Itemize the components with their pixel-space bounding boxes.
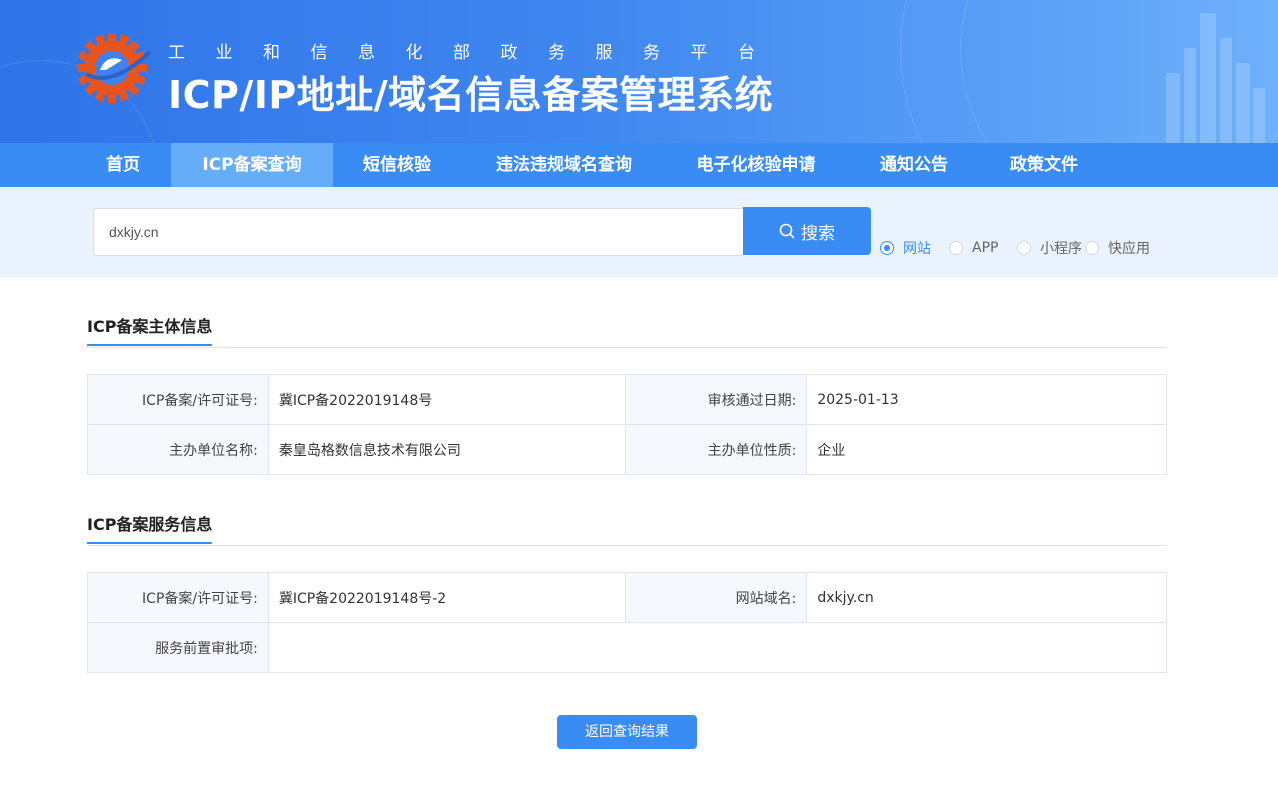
license-number-label: ICP备案/许可证号:: [87, 374, 269, 425]
pre-approval-value: [267, 622, 1168, 673]
service-license-label: ICP备案/许可证号:: [87, 572, 269, 623]
organizer-type-label: 主办单位性质:: [624, 424, 808, 475]
radio-label: 小程序: [1040, 241, 1082, 257]
approval-date-label: 审核通过日期:: [624, 374, 808, 425]
radio-mini-program[interactable]: 小程序: [1017, 238, 1082, 258]
table-row: ICP备案/许可证号: 冀ICP备2022019148号 审核通过日期: 202…: [87, 374, 1167, 425]
subject-info-title: ICP备案主体信息: [87, 313, 213, 346]
back-to-results-button[interactable]: 返回查询结果: [557, 715, 697, 749]
organizer-type-value: 企业: [806, 424, 1167, 475]
search-icon: [779, 223, 795, 239]
radio-dot: [1017, 241, 1031, 255]
organizer-name-label: 主办单位名称:: [87, 424, 269, 475]
nav-item-notices[interactable]: 通知公告: [866, 143, 962, 187]
section-divider: [87, 347, 1167, 348]
radio-quick-app[interactable]: 快应用: [1085, 238, 1150, 258]
table-row: ICP备案/许可证号: 冀ICP备2022019148号-2 网站域名: dxk…: [87, 572, 1167, 623]
page-title: ICP/IP地址/域名信息备案管理系统: [168, 73, 774, 117]
website-domain-value: dxkjy.cn: [806, 572, 1167, 623]
nav-item-sms-verify[interactable]: 短信核验: [349, 143, 445, 187]
license-number-value: 冀ICP备2022019148号: [267, 374, 626, 425]
nav-item-illegal-domain-query[interactable]: 违法违规域名查询: [478, 143, 650, 187]
radio-dot: [949, 241, 963, 255]
pre-approval-label: 服务前置审批项:: [87, 622, 269, 673]
approval-date-value: 2025-01-13: [806, 374, 1167, 425]
subject-info-table: ICP备案/许可证号: 冀ICP备2022019148号 审核通过日期: 202…: [87, 374, 1167, 475]
radio-dot: [1085, 241, 1099, 255]
nav-item-home[interactable]: 首页: [91, 143, 155, 187]
radio-label: 网站: [903, 241, 931, 257]
service-license-value: 冀ICP备2022019148号-2: [267, 572, 626, 623]
organizer-name-value: 秦皇岛格数信息技术有限公司: [267, 424, 626, 475]
city-skyline-icon: [1166, 13, 1265, 143]
section-divider: [87, 545, 1167, 546]
search-band: dxkjy.cn 搜索 网站 APP 小程序 快应用: [0, 187, 1278, 277]
table-row: 主办单位名称: 秦皇岛格数信息技术有限公司 主办单位性质: 企业: [87, 424, 1167, 475]
radio-label: 快应用: [1108, 241, 1150, 257]
radio-website[interactable]: 网站: [880, 238, 931, 258]
radio-app[interactable]: APP: [949, 238, 998, 258]
header-banner: 工业和信息化部政务服务平台 ICP/IP地址/域名信息备案管理系统: [0, 0, 1278, 143]
search-button[interactable]: 搜索: [743, 207, 871, 255]
platform-subtitle: 工业和信息化部政务服务平台: [168, 43, 786, 63]
search-button-label: 搜索: [801, 223, 835, 244]
nav-item-policy-docs[interactable]: 政策文件: [996, 143, 1092, 187]
website-domain-label: 网站域名:: [624, 572, 808, 623]
radio-dot: [880, 241, 894, 255]
service-info-title: ICP备案服务信息: [87, 511, 213, 544]
service-info-table: ICP备案/许可证号: 冀ICP备2022019148号-2 网站域名: dxk…: [87, 572, 1168, 673]
nav-item-icp-query[interactable]: ICP备案查询: [171, 143, 333, 187]
table-row: 服务前置审批项:: [87, 622, 1168, 673]
miit-gear-logo-icon: [77, 33, 152, 103]
main-nav: 首页 ICP备案查询 短信核验 违法违规域名查询 电子化核验申请 通知公告 政策…: [0, 143, 1278, 187]
radio-label: APP: [972, 240, 999, 256]
search-input[interactable]: dxkjy.cn: [93, 208, 744, 256]
nav-item-e-verify-apply[interactable]: 电子化核验申请: [682, 143, 830, 187]
